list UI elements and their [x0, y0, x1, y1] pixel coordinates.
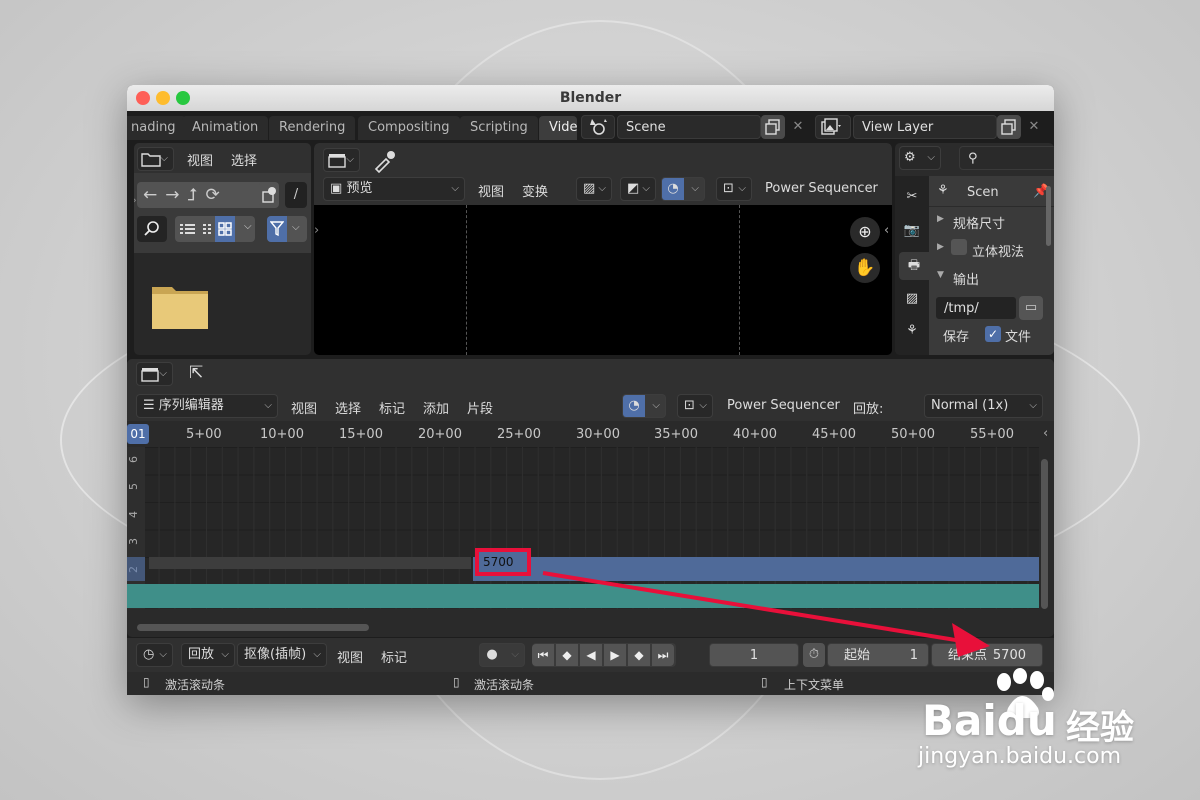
watermark-url: jingyan.baidu.com	[918, 744, 1122, 769]
watermark-sub-brand: 经验	[1066, 708, 1134, 748]
watermark-brand: Baidu	[922, 696, 1057, 745]
